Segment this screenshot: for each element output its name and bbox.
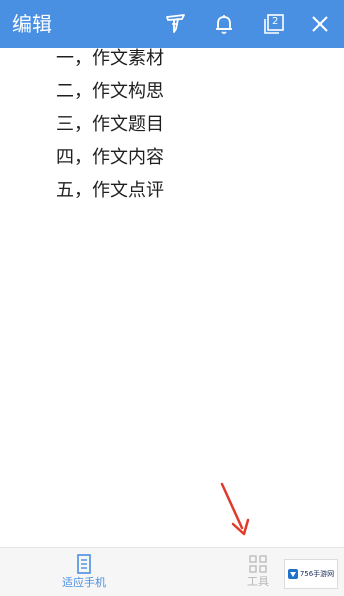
fit-phone-icon — [77, 554, 91, 574]
top-bar: 编辑 2 — [0, 0, 344, 48]
close-icon[interactable] — [308, 12, 332, 36]
watermark-text: 756手游网 — [299, 570, 335, 578]
fit-phone-button[interactable]: 适应手机 — [39, 548, 129, 596]
list-item: 五，作文点评 — [56, 180, 164, 201]
tools-label: 工具 — [247, 575, 269, 588]
bell-icon[interactable] — [212, 12, 236, 36]
list-item: 四，作文内容 — [56, 147, 164, 168]
watermark-logo: 756手游网 — [284, 559, 338, 589]
pointer-arrow-icon — [220, 482, 250, 536]
list-item: 二，作文构思 — [56, 81, 164, 102]
highlighter-icon[interactable] — [164, 12, 188, 36]
document-content: 一，作文素材 二，作文构思 三，作文题目 四，作文内容 五，作文点评 — [56, 42, 316, 207]
list-item: 三，作文题目 — [56, 114, 164, 135]
grid-icon — [249, 555, 267, 573]
page-title: 编辑 — [12, 12, 52, 36]
fit-phone-label: 适应手机 — [62, 576, 106, 589]
window-count-number: 2 — [272, 16, 279, 27]
window-count-icon[interactable]: 2 — [262, 12, 286, 36]
list-item: 一，作文素材 — [56, 48, 164, 69]
watermark-logo-icon — [287, 569, 298, 579]
